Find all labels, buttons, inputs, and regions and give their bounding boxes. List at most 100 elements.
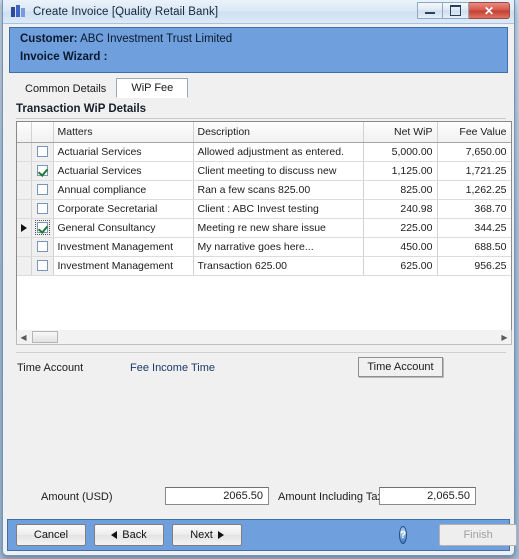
col-time[interactable]: Time	[511, 122, 512, 142]
cell-time: Fee	[511, 218, 512, 237]
wizard-line: Invoice Wizard :	[20, 51, 507, 63]
next-button[interactable]: Next	[172, 524, 242, 546]
amount-usd-field[interactable]: 2065.50	[165, 487, 269, 505]
cell-matters: Actuarial Services	[53, 161, 194, 181]
back-label: Back	[122, 529, 147, 541]
time-account-button[interactable]: Time Account	[358, 357, 443, 377]
tab-wip-fee[interactable]: WiP Fee	[116, 78, 189, 98]
customer-label: Customer:	[20, 33, 78, 45]
create-invoice-window: Create Invoice [Quality Retail Bank] ✕ C…	[2, 0, 518, 556]
finish-button[interactable]: Finish	[439, 524, 518, 546]
row-indicator	[17, 256, 32, 276]
minimize-button[interactable]	[417, 2, 443, 19]
row-indicator	[17, 142, 32, 162]
row-checkbox-cell[interactable]	[31, 142, 54, 162]
maximize-icon	[450, 5, 461, 16]
cell-fee-value: 688.50	[437, 237, 511, 257]
tab-bar: Common Details WiP Fee	[15, 78, 189, 98]
cell-description: Transaction 625.00	[193, 256, 364, 276]
row-checkbox[interactable]	[36, 146, 48, 158]
help-icon[interactable]: ?	[399, 526, 408, 544]
time-account-value: Fee Income Time	[130, 362, 215, 374]
cell-time: Fee	[511, 237, 512, 256]
row-checkbox[interactable]	[36, 203, 48, 215]
table-row[interactable]: Corporate Secretarial Client : ABC Inves…	[17, 199, 512, 219]
amount-including-tax-label: Amount Including Tax	[278, 491, 383, 503]
table-row-current[interactable]: General Consultancy Meeting re new share…	[17, 218, 512, 238]
cell-matters: Actuarial Services	[53, 142, 194, 162]
scroll-right-icon[interactable]: ▶	[498, 333, 511, 342]
cell-description: My narrative goes here...	[193, 237, 364, 257]
row-checkbox-cell[interactable]	[31, 161, 54, 181]
cancel-button[interactable]: Cancel	[16, 524, 86, 546]
cell-time: Fee	[511, 142, 512, 161]
table-row[interactable]: Actuarial Services Allowed adjustment as…	[17, 142, 512, 162]
section-title: Transaction WiP Details	[16, 103, 147, 115]
table-row[interactable]: Annual compliance Ran a few scans 825.00…	[17, 180, 511, 200]
cell-fee-value: 368.70	[437, 199, 511, 219]
row-indicator	[17, 199, 32, 219]
cell-fee-value: 956.25	[437, 256, 511, 276]
row-indicator	[17, 161, 32, 181]
row-checkbox[interactable]	[36, 184, 48, 196]
table-row[interactable]: Investment Management My narrative goes …	[17, 237, 512, 257]
maximize-button[interactable]	[443, 2, 469, 19]
cell-description: Meeting re new share issue	[193, 218, 364, 238]
cell-matters: Annual compliance	[53, 180, 194, 200]
row-checkbox[interactable]	[34, 220, 50, 236]
cell-time: Fee	[511, 256, 512, 275]
wizard-footer: Cancel Back Next ? Finish	[7, 519, 518, 551]
row-checkbox-cell[interactable]	[31, 218, 54, 238]
customer-line: Customer: ABC Investment Trust Limited	[20, 33, 507, 45]
row-checkbox[interactable]	[36, 165, 48, 177]
current-row-arrow-icon	[21, 223, 27, 232]
back-button[interactable]: Back	[94, 524, 164, 546]
col-matters[interactable]: Matters	[53, 122, 194, 143]
col-description[interactable]: Description	[193, 122, 364, 143]
title-bar: Create Invoice [Quality Retail Bank] ✕	[3, 0, 514, 24]
cell-time: Fee	[511, 161, 512, 180]
col-select	[31, 122, 54, 143]
row-indicator	[17, 180, 32, 200]
wizard-label: Invoice Wizard :	[20, 51, 108, 63]
tab-common-details[interactable]: Common Details	[15, 80, 116, 98]
cell-description: Client meeting to discuss new	[193, 161, 364, 181]
next-label: Next	[190, 529, 213, 541]
cell-net-wip: 225.00	[363, 218, 438, 238]
amount-including-tax-field[interactable]: 2,065.50	[379, 487, 476, 505]
close-button[interactable]: ✕	[469, 2, 510, 19]
section-divider	[16, 118, 506, 119]
row-checkbox-cell[interactable]	[31, 237, 54, 257]
cell-fee-value: 1,721.25	[437, 161, 511, 181]
table-row[interactable]: Actuarial Services Client meeting to dis…	[17, 161, 512, 181]
screen: Create Invoice [Quality Retail Bank] ✕ C…	[0, 0, 519, 559]
cell-matters: Investment Management	[53, 237, 194, 257]
middle-divider	[16, 352, 506, 353]
scrollbar-thumb[interactable]	[32, 331, 58, 343]
row-checkbox-cell[interactable]	[31, 180, 54, 200]
cell-net-wip: 5,000.00	[363, 142, 438, 162]
cell-time: WIP	[511, 199, 512, 218]
grid-horizontal-scrollbar[interactable]: ◀ ▶	[16, 330, 512, 345]
row-indicator	[17, 218, 32, 238]
row-checkbox[interactable]	[36, 260, 48, 272]
app-icon	[11, 4, 27, 19]
row-checkbox[interactable]	[36, 241, 48, 253]
col-fee-value[interactable]: Fee Value	[437, 122, 511, 143]
wip-details-grid[interactable]: Matters Description Net WiP Fee Value Ti…	[16, 121, 512, 345]
cell-fee-value: 1,262.25	[437, 180, 511, 200]
table-header: Matters Description Net WiP Fee Value Ti…	[17, 122, 512, 143]
cell-description: Client : ABC Invest testing	[193, 199, 364, 219]
cell-description: Ran a few scans 825.00	[193, 180, 364, 200]
row-checkbox-cell[interactable]	[31, 199, 54, 219]
header-row: Matters Description Net WiP Fee Value Ti…	[17, 122, 512, 143]
col-net-wip[interactable]: Net WiP	[363, 122, 438, 143]
cell-matters: General Consultancy	[53, 218, 194, 238]
table-row[interactable]: Investment Management Transaction 625.00…	[17, 256, 512, 276]
row-checkbox-cell[interactable]	[31, 256, 54, 276]
scroll-left-icon[interactable]: ◀	[17, 333, 30, 342]
cell-net-wip: 625.00	[363, 256, 438, 276]
cell-net-wip: 240.98	[363, 199, 438, 219]
cell-fee-value: 344.25	[437, 218, 511, 238]
cell-fee-value: 7,650.00	[437, 142, 511, 162]
